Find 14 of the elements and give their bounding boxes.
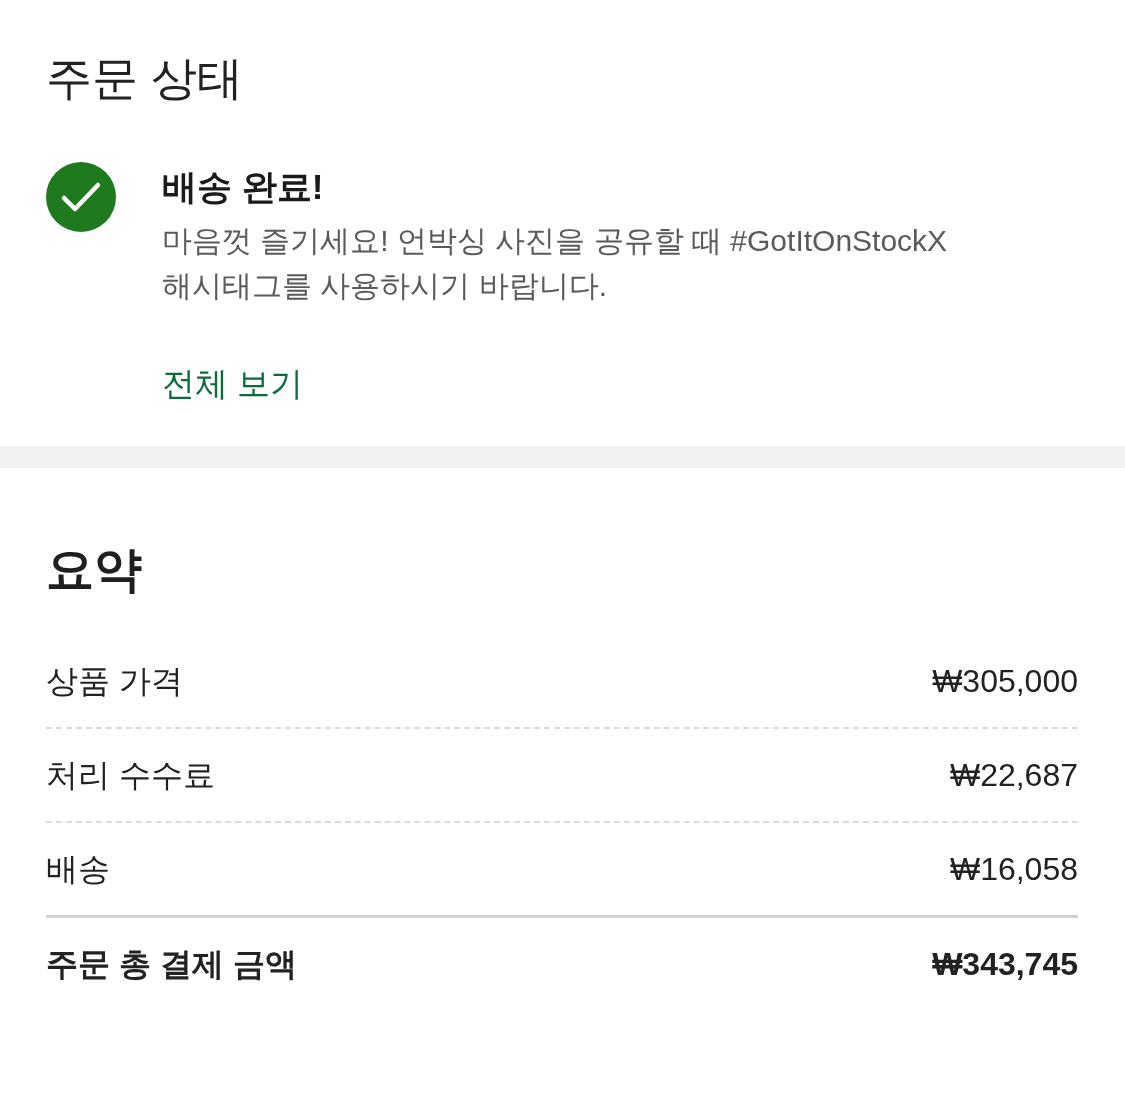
summary-amount: ₩22,687: [949, 756, 1078, 795]
summary-amount: ₩16,058: [949, 850, 1078, 889]
summary-label: 처리 수수료: [46, 756, 215, 795]
check-circle-icon: [46, 162, 116, 232]
total-label: 주문 총 결제 금액: [46, 944, 297, 984]
summary-label: 배송: [46, 850, 110, 889]
summary-label: 상품 가격: [46, 662, 183, 701]
status-title: 배송 완료!: [162, 166, 324, 208]
section-title: 요약: [46, 542, 142, 598]
summary-amount: ₩305,000: [932, 662, 1078, 701]
section-title: 주문 상태: [46, 51, 243, 106]
status-message: 마음껏 즐기세요! 언박싱 사진을 공유할 때 #GotItOnStockX 해시태그를 사용하시기 바랍니다.: [162, 223, 949, 304]
total-amount: ₩343,745: [932, 944, 1078, 984]
view-all-link[interactable]: 전체 보기: [162, 362, 304, 406]
